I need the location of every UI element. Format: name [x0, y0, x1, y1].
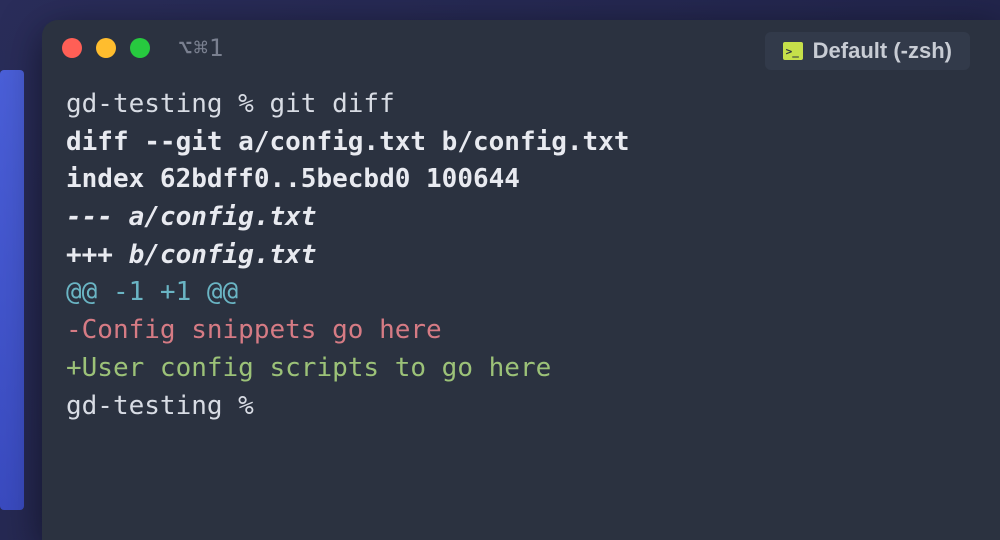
window-titlebar[interactable]: ⌥⌘1 >_ Default (-zsh) — [42, 20, 1000, 76]
close-button[interactable] — [62, 38, 82, 58]
terminal-line: diff --git a/config.txt b/config.txt — [66, 124, 976, 162]
traffic-lights — [62, 38, 150, 58]
shell-prompt: gd-testing % — [66, 89, 270, 119]
tab-label: Default (-zsh) — [813, 38, 952, 64]
terminal-line: @@ -1 +1 @@ — [66, 274, 976, 312]
desktop-bg-accent — [0, 70, 24, 510]
shell-prompt: gd-testing % — [66, 391, 270, 421]
terminal-icon-glyph: >_ — [786, 46, 799, 57]
window-shortcut-indicator: ⌥⌘1 — [178, 34, 224, 62]
terminal-line: --- a/config.txt — [66, 199, 976, 237]
terminal-line: gd-testing % git diff — [66, 86, 976, 124]
minimize-button[interactable] — [96, 38, 116, 58]
zoom-button[interactable] — [130, 38, 150, 58]
terminal-content[interactable]: gd-testing % git diffdiff --git a/config… — [42, 76, 1000, 435]
terminal-line: gd-testing % — [66, 388, 976, 426]
terminal-line: index 62bdff0..5becbd0 100644 — [66, 161, 976, 199]
terminal-line: +++ b/config.txt — [66, 237, 976, 275]
tab-default[interactable]: >_ Default (-zsh) — [765, 32, 970, 70]
terminal-line: +User config scripts to go here — [66, 350, 976, 388]
shell-command: git diff — [270, 89, 395, 119]
terminal-icon: >_ — [783, 42, 803, 60]
terminal-line: -Config snippets go here — [66, 312, 976, 350]
terminal-window: ⌥⌘1 >_ Default (-zsh) gd-testing % git d… — [42, 20, 1000, 540]
